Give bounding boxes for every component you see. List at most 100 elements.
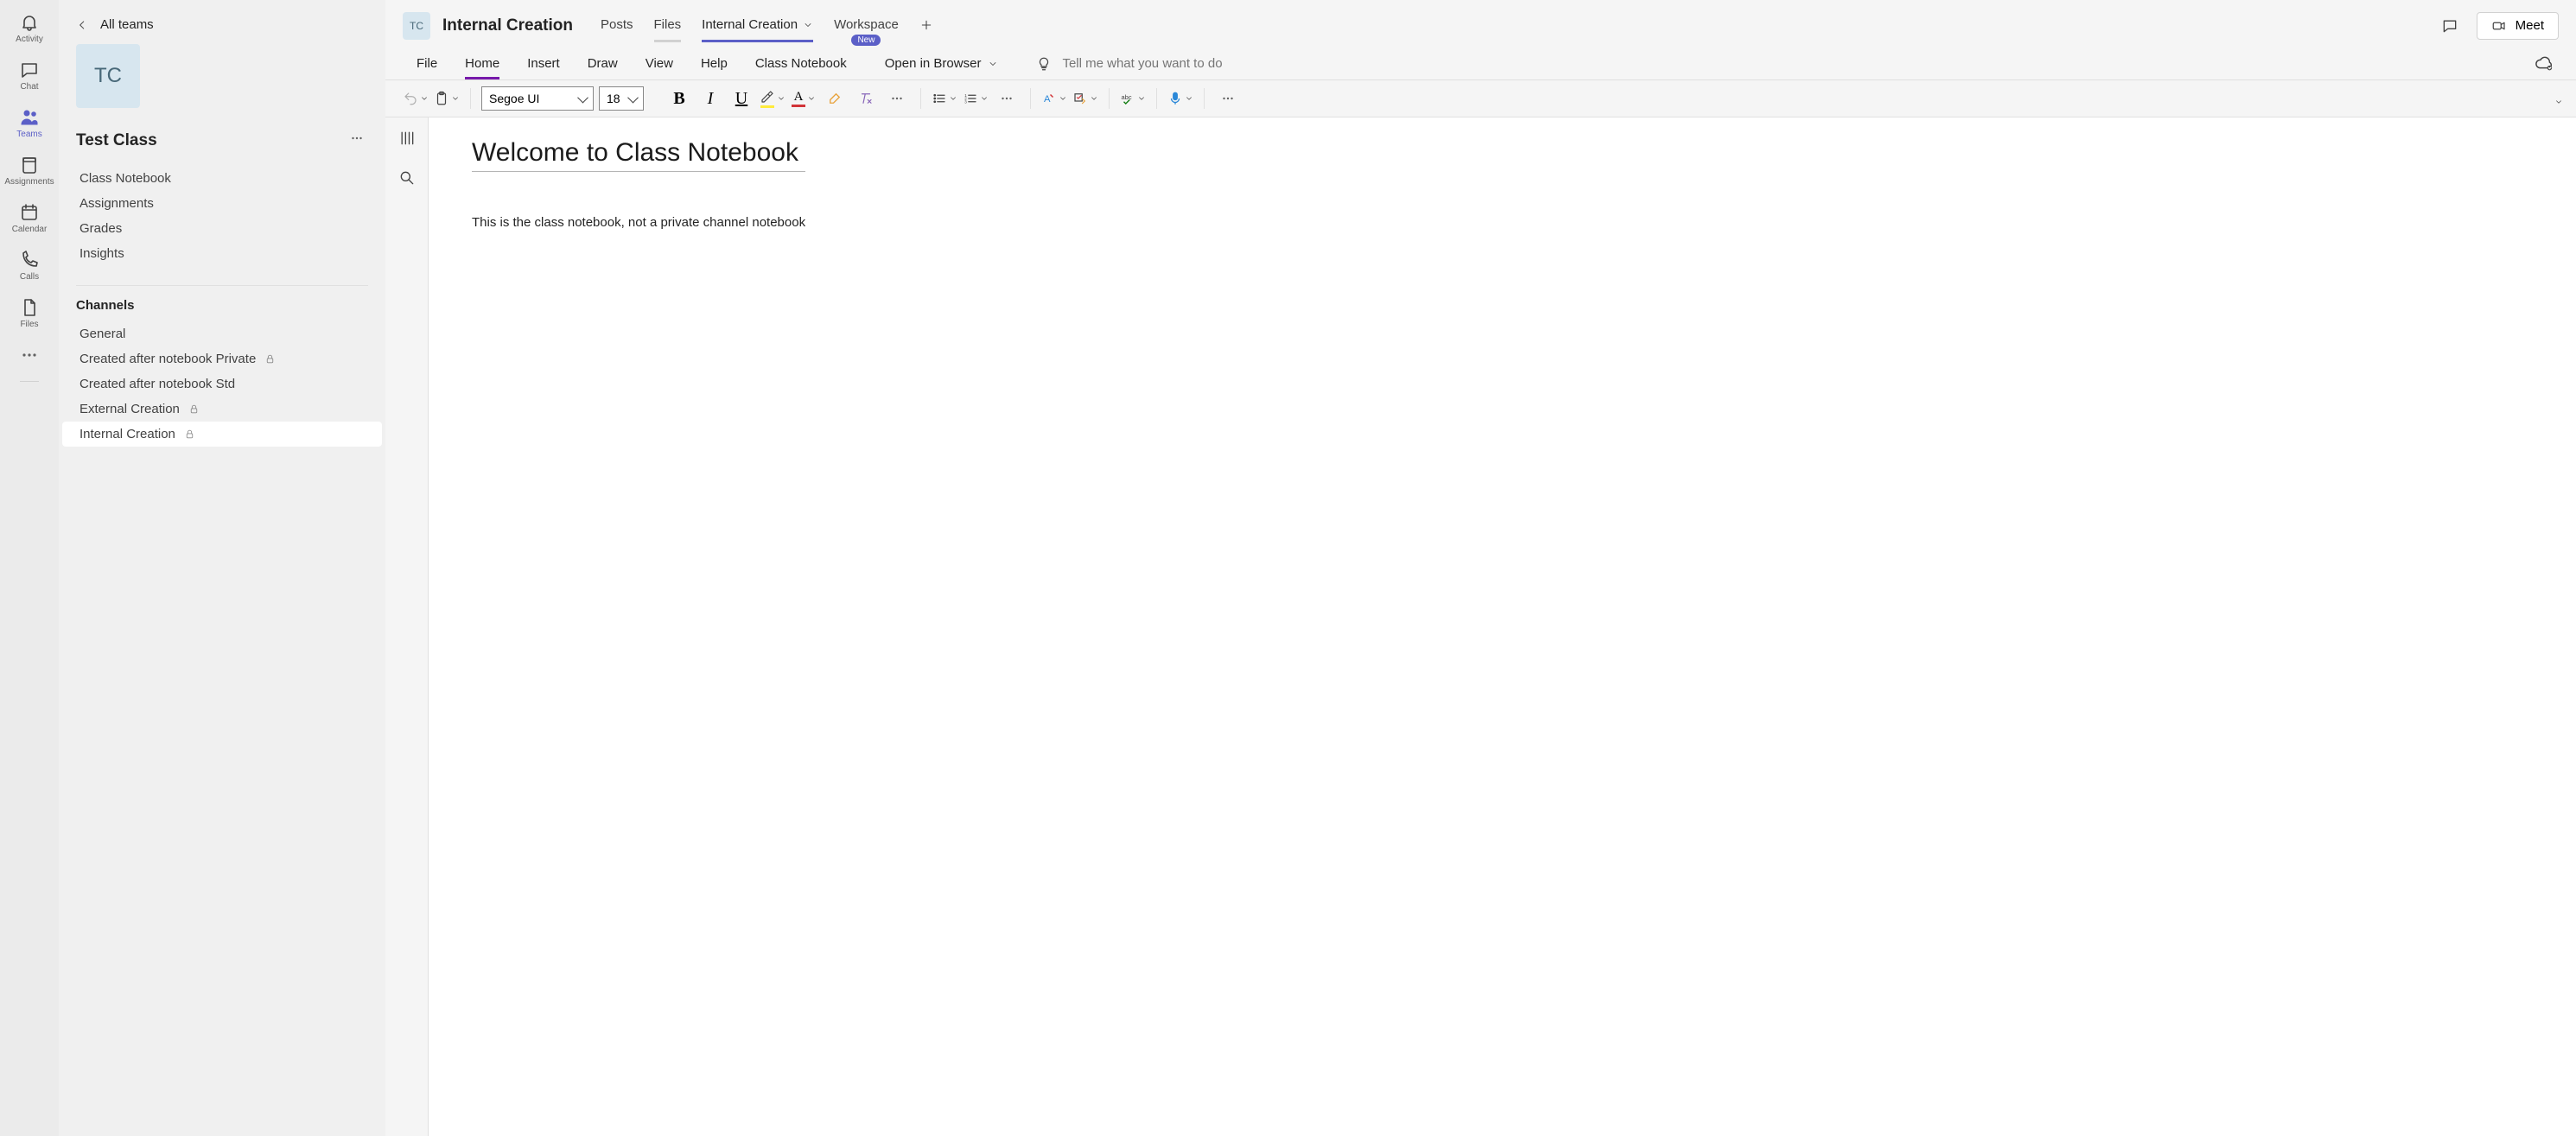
- app-rail: Activity Chat Teams Assignments Calendar…: [0, 0, 59, 1136]
- svg-text:abc: abc: [1122, 93, 1132, 101]
- tab-posts[interactable]: Posts: [590, 9, 644, 42]
- main: TC Internal Creation Posts Files Interna…: [385, 0, 2576, 1136]
- dictate-button[interactable]: [1167, 86, 1193, 111]
- team-link-grades[interactable]: Grades: [76, 216, 368, 241]
- page-title[interactable]: Welcome to Class Notebook: [472, 138, 805, 172]
- font-name-select[interactable]: [481, 86, 594, 111]
- spellcheck-icon: abc: [1120, 91, 1135, 106]
- meet-label: Meet: [2516, 18, 2544, 33]
- underline-button[interactable]: U: [728, 86, 754, 111]
- rail-activity[interactable]: Activity: [0, 5, 59, 53]
- tab-workspace[interactable]: Workspace New: [824, 9, 909, 42]
- tell-me-search[interactable]: [1036, 56, 2535, 72]
- bullet-list-button[interactable]: [932, 86, 957, 111]
- ribbon-tabs: File Home Insert Draw View Help Class No…: [385, 48, 2576, 80]
- top-header: TC Internal Creation Posts Files Interna…: [385, 0, 2576, 42]
- teams-icon: [19, 107, 40, 128]
- ribbon-tab-help[interactable]: Help: [687, 48, 741, 79]
- collapse-ribbon-button[interactable]: [2545, 89, 2571, 115]
- team-link-insights[interactable]: Insights: [76, 241, 368, 266]
- search-icon[interactable]: [398, 169, 416, 187]
- ribbon-tab-insert[interactable]: Insert: [513, 48, 574, 79]
- format-painter-icon: [827, 91, 843, 106]
- back-all-teams[interactable]: All teams: [76, 17, 368, 32]
- team-link-class-notebook[interactable]: Class Notebook: [76, 166, 368, 191]
- ellipsis-icon: [889, 91, 905, 106]
- styles-icon: A: [1041, 91, 1057, 106]
- rail-label: Calendar: [12, 225, 48, 234]
- tell-me-input[interactable]: [1062, 56, 1287, 71]
- format-painter-button[interactable]: [822, 86, 848, 111]
- chevron-down-icon: [777, 94, 786, 103]
- undo-button[interactable]: [403, 86, 429, 111]
- team-avatar-initials: TC: [94, 64, 122, 88]
- channel-external-creation[interactable]: External Creation: [62, 397, 382, 422]
- rail-teams[interactable]: Teams: [0, 100, 59, 148]
- open-in-browser[interactable]: Open in Browser: [881, 48, 1002, 79]
- toolbar-overflow-button[interactable]: [1215, 86, 1241, 111]
- rail-calls[interactable]: Calls: [0, 243, 59, 290]
- ribbon-tab-view[interactable]: View: [632, 48, 687, 79]
- clear-format-icon: [858, 91, 874, 106]
- styles-button[interactable]: A: [1041, 86, 1067, 111]
- page-body[interactable]: This is the class notebook, not a privat…: [472, 215, 2533, 230]
- tags-button[interactable]: [1072, 86, 1098, 111]
- channel-general[interactable]: General: [62, 321, 382, 346]
- chevron-left-icon: [76, 19, 88, 31]
- ribbon-tab-home[interactable]: Home: [451, 48, 513, 79]
- team-link-assignments[interactable]: Assignments: [76, 191, 368, 216]
- numbered-list-button[interactable]: 123: [963, 86, 989, 111]
- italic-button[interactable]: I: [697, 86, 723, 111]
- tab-add[interactable]: [909, 10, 944, 42]
- clipboard-icon: [434, 91, 449, 106]
- chat-bubble-icon: [2441, 17, 2458, 35]
- channel-created-after-private[interactable]: Created after notebook Private: [62, 346, 382, 371]
- chevron-down-icon: [807, 94, 816, 103]
- bullet-list-icon: [932, 91, 947, 106]
- separator: [1204, 88, 1205, 109]
- cloud-sync-icon[interactable]: [2535, 54, 2554, 73]
- channel-conversation-button[interactable]: [2435, 11, 2465, 41]
- ribbon-tab-file[interactable]: File: [403, 48, 451, 79]
- calls-icon: [19, 250, 40, 270]
- rail-chat[interactable]: Chat: [0, 53, 59, 100]
- highlight-button[interactable]: [760, 86, 786, 111]
- chevron-down-icon: [1090, 94, 1098, 103]
- rail-calendar[interactable]: Calendar: [0, 195, 59, 243]
- channel-created-after-std[interactable]: Created after notebook Std: [62, 371, 382, 397]
- font-color-button[interactable]: A: [791, 86, 817, 111]
- ribbon-tab-draw[interactable]: Draw: [574, 48, 632, 79]
- numbered-list-icon: 123: [963, 91, 978, 106]
- team-avatar[interactable]: TC: [76, 44, 140, 108]
- ribbon-tab-class-notebook[interactable]: Class Notebook: [741, 48, 861, 79]
- paste-button[interactable]: [434, 86, 460, 111]
- more-paragraph-button[interactable]: [994, 86, 1020, 111]
- chevron-down-icon: [988, 59, 998, 69]
- sections-icon[interactable]: [398, 130, 416, 147]
- more-formatting-button[interactable]: [884, 86, 910, 111]
- tab-files[interactable]: Files: [644, 9, 692, 42]
- tab-internal-creation[interactable]: Internal Creation: [691, 9, 824, 42]
- separator: [920, 88, 921, 109]
- highlight-icon: [760, 89, 775, 108]
- meet-button[interactable]: Meet: [2477, 12, 2559, 40]
- svg-text:3: 3: [964, 99, 967, 104]
- divider: [76, 285, 368, 286]
- notebook-nav-rail: [385, 117, 429, 1136]
- bold-button[interactable]: B: [666, 86, 692, 111]
- chevron-down-icon: [1185, 94, 1193, 103]
- rail-more[interactable]: [0, 338, 59, 376]
- rail-label: Activity: [16, 35, 43, 44]
- channel-internal-creation[interactable]: Internal Creation: [62, 422, 382, 447]
- notebook-page[interactable]: Welcome to Class Notebook This is the cl…: [429, 117, 2576, 1136]
- video-icon: [2491, 18, 2507, 34]
- spellcheck-button[interactable]: abc: [1120, 86, 1146, 111]
- team-more-button[interactable]: [346, 127, 368, 154]
- font-size-select[interactable]: [599, 86, 644, 111]
- undo-icon: [403, 91, 418, 106]
- clear-formatting-button[interactable]: [853, 86, 879, 111]
- rail-files[interactable]: Files: [0, 290, 59, 338]
- channel-chip[interactable]: TC: [403, 12, 430, 40]
- rail-assignments[interactable]: Assignments: [0, 148, 59, 195]
- separator: [1030, 88, 1031, 109]
